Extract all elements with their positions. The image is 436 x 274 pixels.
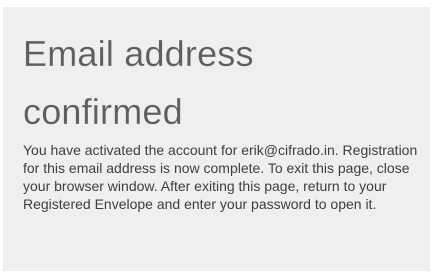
page-title: Email address confirmed (23, 33, 254, 132)
confirmation-message: You have activated the account for erik@… (23, 142, 418, 212)
confirmation-panel: Email address confirmed You have activat… (3, 7, 430, 271)
